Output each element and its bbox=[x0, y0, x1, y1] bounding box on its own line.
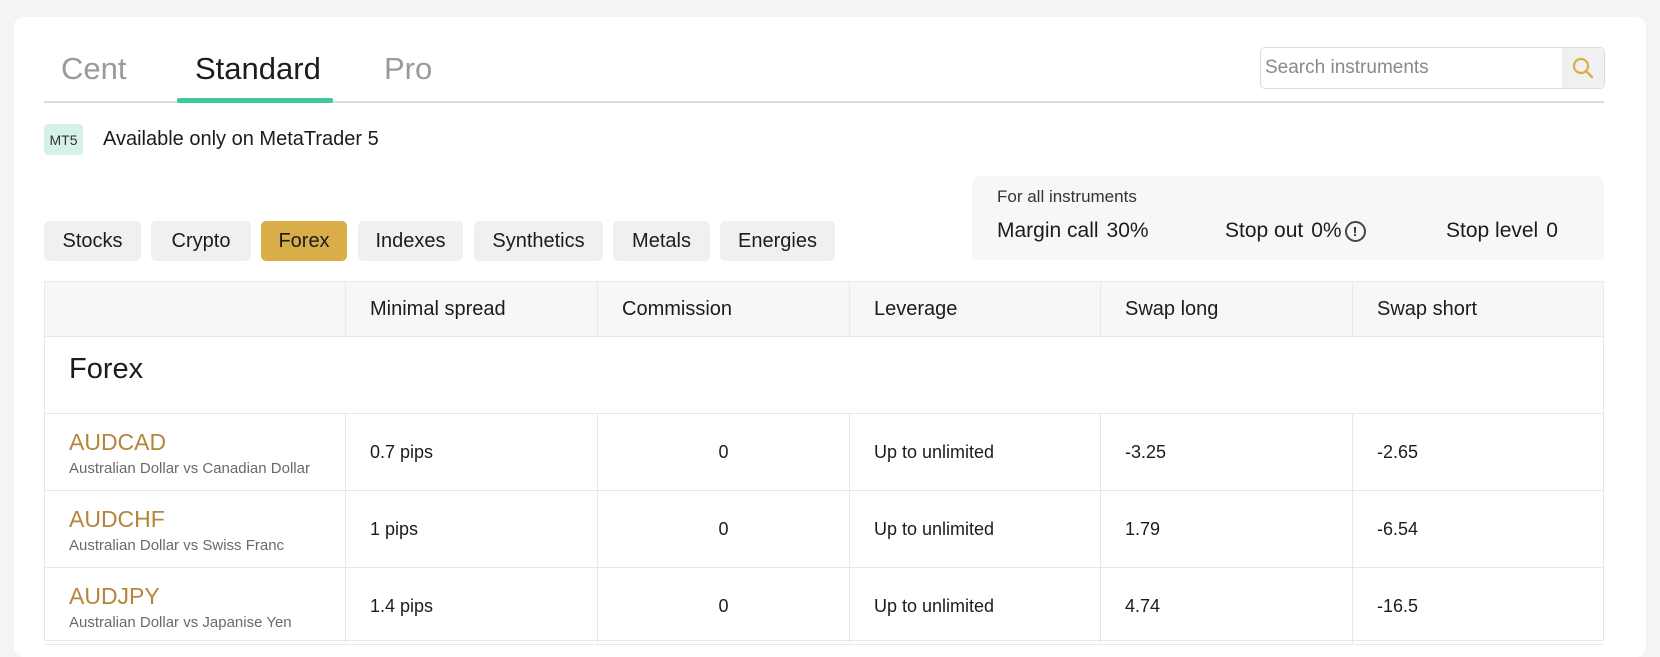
table-row: AUDJPY Australian Dollar vs Japanise Yen… bbox=[45, 568, 1603, 645]
leverage-cell: Up to unlimited bbox=[849, 491, 1100, 568]
column-header-swap-short: Swap short bbox=[1352, 282, 1603, 337]
margin-call: Margin call 30% bbox=[997, 219, 1149, 243]
symbol-link[interactable]: AUDCAD bbox=[69, 429, 166, 456]
leverage-cell: Up to unlimited bbox=[849, 414, 1100, 491]
leverage-cell: Up to unlimited bbox=[849, 568, 1100, 645]
search-input[interactable] bbox=[1261, 48, 1561, 88]
column-header-instrument bbox=[45, 282, 345, 337]
symbol-link[interactable]: AUDJPY bbox=[69, 583, 160, 610]
table-row: AUDCAD Australian Dollar vs Canadian Dol… bbox=[45, 414, 1603, 491]
spread-cell: 0.7 pips bbox=[345, 414, 597, 491]
spread-cell: 1 pips bbox=[345, 491, 597, 568]
tab-standard[interactable]: Standard bbox=[195, 51, 321, 87]
info-title: For all instruments bbox=[997, 187, 1137, 206]
instrument-cell: AUDCHF Australian Dollar vs Swiss Franc bbox=[45, 491, 345, 568]
instrument-cell: AUDCAD Australian Dollar vs Canadian Dol… bbox=[45, 414, 345, 491]
column-header-swap-long: Swap long bbox=[1100, 282, 1352, 337]
search-icon bbox=[1572, 57, 1594, 79]
stop-out-value: 0% bbox=[1311, 219, 1342, 242]
category-synthetics[interactable]: Synthetics bbox=[474, 221, 603, 261]
swap-long-cell: 1.79 bbox=[1100, 491, 1352, 568]
tab-cent[interactable]: Cent bbox=[61, 51, 126, 87]
margin-call-label: Margin call bbox=[997, 219, 1099, 242]
trading-conditions-box: For all instruments Margin call 30% Stop … bbox=[972, 176, 1604, 260]
group-row: Forex bbox=[45, 337, 1603, 414]
category-metals[interactable]: Metals bbox=[613, 221, 710, 261]
mt5-badge: MT5 bbox=[44, 124, 83, 155]
info-icon[interactable]: ! bbox=[1344, 221, 1366, 242]
swap-short-cell: -16.5 bbox=[1352, 568, 1603, 645]
category-indexes[interactable]: Indexes bbox=[358, 221, 463, 261]
active-tab-indicator bbox=[177, 98, 333, 103]
group-title: Forex bbox=[69, 353, 144, 385]
stop-level: Stop level 0 bbox=[1446, 219, 1558, 243]
search-button[interactable] bbox=[1562, 48, 1604, 88]
search-box bbox=[1260, 47, 1605, 89]
margin-call-value: 30% bbox=[1106, 219, 1149, 242]
instrument-cell: AUDJPY Australian Dollar vs Japanise Yen bbox=[45, 568, 345, 645]
column-header-commission: Commission bbox=[597, 282, 849, 337]
category-forex[interactable]: Forex bbox=[261, 221, 347, 261]
column-header-spread: Minimal spread bbox=[345, 282, 597, 337]
symbol-description: Australian Dollar vs Japanise Yen bbox=[69, 613, 292, 631]
category-energies[interactable]: Energies bbox=[720, 221, 835, 261]
spread-cell: 1.4 pips bbox=[345, 568, 597, 645]
commission-cell: 0 bbox=[597, 491, 849, 568]
swap-short-cell: -6.54 bbox=[1352, 491, 1603, 568]
stop-out: Stop out 0%! bbox=[1225, 219, 1366, 243]
category-crypto[interactable]: Crypto bbox=[151, 221, 251, 261]
stop-level-label: Stop level bbox=[1446, 219, 1539, 242]
table-row: AUDCHF Australian Dollar vs Swiss Franc … bbox=[45, 491, 1603, 568]
symbol-description: Australian Dollar vs Canadian Dollar bbox=[69, 459, 310, 477]
column-header-leverage: Leverage bbox=[849, 282, 1100, 337]
mt5-note-text: Available only on MetaTrader 5 bbox=[103, 128, 379, 150]
commission-cell: 0 bbox=[597, 414, 849, 491]
category-stocks[interactable]: Stocks bbox=[44, 221, 141, 261]
tab-pro[interactable]: Pro bbox=[384, 51, 432, 87]
stop-out-label: Stop out bbox=[1225, 219, 1304, 242]
symbol-link[interactable]: AUDCHF bbox=[69, 506, 165, 533]
swap-long-cell: -3.25 bbox=[1100, 414, 1352, 491]
commission-cell: 0 bbox=[597, 568, 849, 645]
swap-long-cell: 4.74 bbox=[1100, 568, 1352, 645]
table-header: Minimal spread Commission Leverage Swap … bbox=[45, 282, 1603, 337]
swap-short-cell: -2.65 bbox=[1352, 414, 1603, 491]
symbol-description: Australian Dollar vs Swiss Franc bbox=[69, 536, 285, 554]
instruments-table: Minimal spread Commission Leverage Swap … bbox=[44, 281, 1604, 645]
stop-level-value: 0 bbox=[1546, 219, 1558, 242]
